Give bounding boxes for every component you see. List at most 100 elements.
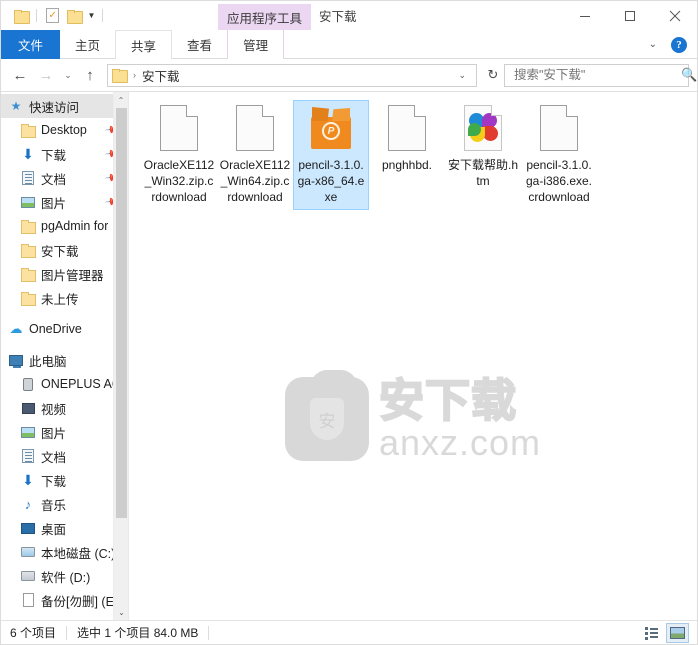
cloud-icon: ☁ [9,321,23,336]
search-box[interactable]: 🔍 [504,63,697,87]
document-icon [19,171,37,185]
folder-icon [19,244,37,258]
back-button[interactable]: ← [7,62,33,88]
scrollbar-thumb[interactable] [116,108,127,518]
sidebar-item-not-uploaded[interactable]: 未上传 [1,286,128,310]
search-input[interactable] [512,67,677,83]
sidebar-item-music[interactable]: ♪ 音乐 [1,492,128,516]
music-icon: ♪ [24,496,32,512]
sidebar-item-label: 安下载 [41,244,79,259]
search-icon[interactable]: 🔍 [677,67,697,83]
file-name-label: 安下载帮助.htm [447,158,518,188]
sidebar-item-label: 备份[勿删] (E: [41,594,118,609]
file-name-label: pencil-3.1.0.ga-i386.exe.crdownload [525,158,593,204]
qat-divider-1 [36,9,37,22]
folder-icon [19,124,37,138]
sidebar-item-image-manager[interactable]: 图片管理器 [1,262,128,286]
sidebar-item-quick-access[interactable]: ★ 快速访问 [1,94,128,118]
refresh-button[interactable]: ↻ [482,64,504,87]
properties-icon[interactable] [41,5,63,27]
file-item-selected[interactable]: P pencil-3.1.0.ga-x86_64.exe [293,100,369,210]
folder-icon[interactable] [10,5,32,27]
sidebar-item-label: 软件 (D:) [41,570,91,585]
pictures-icon [19,196,37,208]
sidebar-item-disk-e[interactable]: 备份[勿删] (E: [1,588,128,612]
close-button[interactable] [652,1,697,30]
maximize-button[interactable] [607,1,652,30]
window-controls [562,1,697,30]
file-item[interactable]: pencil-3.1.0.ga-i386.exe.crdownload [521,100,597,210]
ribbon-tab-bar: 文件 主页 共享 查看 管理 ⌄ ? [1,30,697,59]
sidebar-item-label: 图片管理器 [41,268,104,283]
tab-home[interactable]: 主页 [60,30,115,59]
tab-share[interactable]: 共享 [115,30,173,59]
sidebar-item-desktop[interactable]: Desktop 📌 [1,118,128,142]
ribbon-right-controls: ⌄ ? [643,30,693,59]
phone-icon [19,377,37,391]
sidebar-item-documents-pc[interactable]: 文档 [1,444,128,468]
minimize-button[interactable] [562,1,607,30]
recent-locations-icon[interactable]: ⌄ [59,62,77,88]
file-item[interactable]: pnghhbd. [369,100,445,210]
breadcrumb[interactable]: 安下载 [142,66,450,85]
large-icons-view-button[interactable] [666,623,689,643]
tab-view[interactable]: 查看 [172,30,227,59]
file-item[interactable]: 安下载帮助.htm [445,100,521,210]
tab-manage[interactable]: 管理 [227,30,285,59]
sidebar-item-pictures-pc[interactable]: 图片 [1,420,128,444]
chevron-down-icon[interactable]: ⌄ [643,39,663,50]
status-divider-2 [208,625,210,640]
file-name-label: pencil-3.1.0.ga-x86_64.exe [297,158,365,204]
qat-dropdown-icon[interactable]: ▼ [85,5,98,27]
new-folder-icon[interactable] [63,5,85,27]
sidebar-item-anxiazai[interactable]: 安下载 [1,238,128,262]
disk-icon [19,571,37,581]
address-folder-icon [112,69,128,83]
scroll-down-icon[interactable]: ⌄ [114,604,128,620]
disk-system-icon [19,547,37,557]
sidebar-item-local-disk-c[interactable]: 本地磁盘 (C:) [1,540,128,564]
address-dropdown-icon[interactable]: ⌄ [450,70,474,81]
sidebar-item-onedrive[interactable]: ☁ OneDrive [1,317,128,341]
tab-file[interactable]: 文件 [1,30,61,59]
sidebar-item-label: 文档 [41,450,67,465]
sidebar-item-downloads[interactable]: ⬇ 下载 📌 [1,142,128,166]
sidebar-item-label: 本地磁盘 (C:) [41,546,116,561]
view-mode-buttons [640,621,689,645]
sidebar-item-label: Desktop [41,123,87,137]
window-title: 安下载 [319,10,357,24]
sidebar-item-label: 未上传 [41,292,79,307]
title-bar: ▼ 应用程序工具 安下载 [1,1,697,30]
file-list-pane[interactable]: 安 安下载 anxz.com OracleXE112_Win32.zip.crd… [129,92,697,620]
help-icon[interactable]: ? [671,36,687,53]
sidebar-item-label: 视频 [41,402,67,417]
sidebar-item-videos[interactable]: 视频 [1,396,128,420]
file-item[interactable]: OracleXE112_Win32.zip.crdownload [141,100,217,210]
scroll-up-icon[interactable]: ⌃ [114,92,128,108]
sidebar-item-disk-d[interactable]: 软件 (D:) [1,564,128,588]
sidebar-gap-1 [1,310,128,317]
file-name-label: pnghhbd. [381,158,433,172]
file-item[interactable]: OracleXE112_Win64.zip.crdownload [217,100,293,210]
sidebar-item-desktop-pc[interactable]: 桌面 [1,516,128,540]
pictures-icon [19,426,37,438]
sidebar-item-pgadmin[interactable]: pgAdmin for [1,214,128,238]
sidebar-item-downloads-pc[interactable]: ⬇ 下载 [1,468,128,492]
sidebar-scrollbar[interactable]: ⌃ ⌄ [113,92,128,620]
forward-button[interactable]: → [33,62,59,88]
pencil-exe-icon: P [307,104,355,152]
sidebar-item-this-pc[interactable]: 此电脑 [1,348,128,372]
star-pin-icon: ★ [10,99,22,113]
sidebar-item-oneplus[interactable]: ONEPLUS A6 [1,372,128,396]
sidebar-item-documents[interactable]: 文档 📌 [1,166,128,190]
up-button[interactable]: ↑ [77,62,103,88]
html-pinwheel-icon [459,104,507,152]
sidebar-item-pictures[interactable]: 图片 📌 [1,190,128,214]
details-view-button[interactable] [640,623,663,643]
breadcrumb-separator-icon: › [133,70,136,80]
generic-file-icon [231,104,279,152]
status-bar: 6 个项目 选中 1 个项目 84.0 MB [1,620,697,644]
download-arrow-icon: ⬇ [22,146,34,162]
address-bar[interactable]: › 安下载 ⌄ [107,63,477,87]
sidebar-item-label: 图片 [41,196,67,211]
